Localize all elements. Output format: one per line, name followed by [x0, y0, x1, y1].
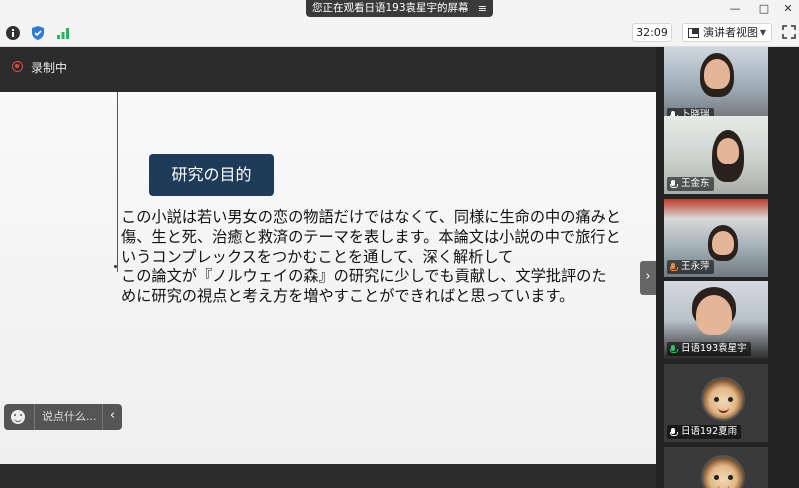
mic-icon: [670, 428, 678, 436]
avatar: [701, 377, 745, 421]
info-icon[interactable]: [5, 25, 21, 41]
participant-name-label: 日语193袁星宇: [681, 343, 747, 354]
view-mode-label: 演讲者视图: [703, 26, 758, 39]
participant-face: [717, 138, 739, 164]
panel-toggle-button[interactable]: ›: [640, 261, 656, 295]
chat-input[interactable]: 说点什么...: [34, 404, 102, 430]
chat-collapse-button[interactable]: ‹: [102, 404, 122, 430]
mic-icon: [670, 180, 678, 188]
slide-cursor-dot: [114, 265, 117, 268]
participant-name: 王永萍: [667, 260, 714, 274]
slide-divider-line: [117, 92, 118, 272]
fullscreen-icon[interactable]: [782, 25, 796, 39]
recording-icon: [12, 61, 23, 72]
share-status-text: 您正在观看日语193袁星宇的屏幕: [312, 2, 469, 14]
participant-name: 王金东: [667, 177, 714, 191]
window-title-bar: 您正在观看日语193袁星宇的屏幕 ≡ — □ ✕: [0, 0, 799, 18]
meeting-timer: 32:09: [632, 23, 672, 42]
participant-name: 日语192夏雨: [667, 425, 742, 439]
maximize-button[interactable]: □: [752, 0, 776, 18]
recording-bar: 录制中: [0, 47, 656, 92]
slide-title: 研究の目的: [149, 154, 274, 196]
shared-screen: 录制中 研究の目的 この小説は若い男女の恋の物語だけではなくて、同様に生命の中の…: [0, 47, 656, 488]
recording-label: 录制中: [31, 61, 68, 75]
participant-name-label: 王永萍: [681, 261, 710, 272]
share-menu-icon[interactable]: ≡: [478, 0, 487, 17]
minimize-button[interactable]: —: [723, 0, 747, 18]
close-button[interactable]: ✕: [776, 0, 799, 18]
participants-panel: 卜晓瑞 王金东 王永萍 日语193袁星宇 日语192夏雨: [656, 47, 799, 488]
participant-tile[interactable]: [664, 447, 768, 488]
mic-icon: [670, 345, 678, 353]
participant-tile[interactable]: 日语193袁星宇: [664, 281, 768, 359]
participant-tile[interactable]: 日语192夏雨: [664, 364, 768, 442]
emoji-icon[interactable]: [11, 410, 25, 424]
avatar: [701, 455, 745, 488]
screen-share-status: 您正在观看日语193袁星宇的屏幕 ≡: [306, 0, 493, 17]
shield-icon[interactable]: [30, 25, 46, 41]
chevron-down-icon: ▼: [759, 28, 766, 37]
participant-tile[interactable]: 王永萍: [664, 199, 768, 277]
signal-icon[interactable]: [55, 25, 71, 41]
participant-face: [712, 231, 734, 255]
stage-bottom-strip: [0, 464, 656, 488]
participant-tile[interactable]: 卜晓瑞: [664, 47, 768, 125]
slide-paragraph: この小説は若い男女の恋の物語だけではなくて、同様に生命の中の痛みと傷、生と死、治…: [121, 208, 621, 266]
participant-name-label: 王金东: [681, 178, 710, 189]
chat-input-bar: 说点什么... ‹: [4, 404, 122, 430]
participant-face: [704, 59, 730, 89]
participant-name: 日语193袁星宇: [667, 342, 751, 356]
participant-tile[interactable]: 王金东: [664, 116, 768, 194]
speaker-view-icon: [688, 28, 699, 38]
slide-body: この小説は若い男女の恋の物語だけではなくて、同様に生命の中の痛みと傷、生と死、治…: [121, 208, 621, 307]
participant-name-label: 日语192夏雨: [681, 426, 738, 437]
slide-paragraph: この論文が『ノルウェイの森』の研究に少しでも貢献し、文学批評のために研究の視点と…: [121, 267, 607, 306]
view-mode-dropdown[interactable]: 演讲者视图 ▼: [682, 23, 772, 42]
participant-face: [696, 295, 732, 335]
mic-icon: [670, 263, 678, 271]
meeting-toolbar: 32:09 演讲者视图 ▼: [0, 18, 799, 47]
